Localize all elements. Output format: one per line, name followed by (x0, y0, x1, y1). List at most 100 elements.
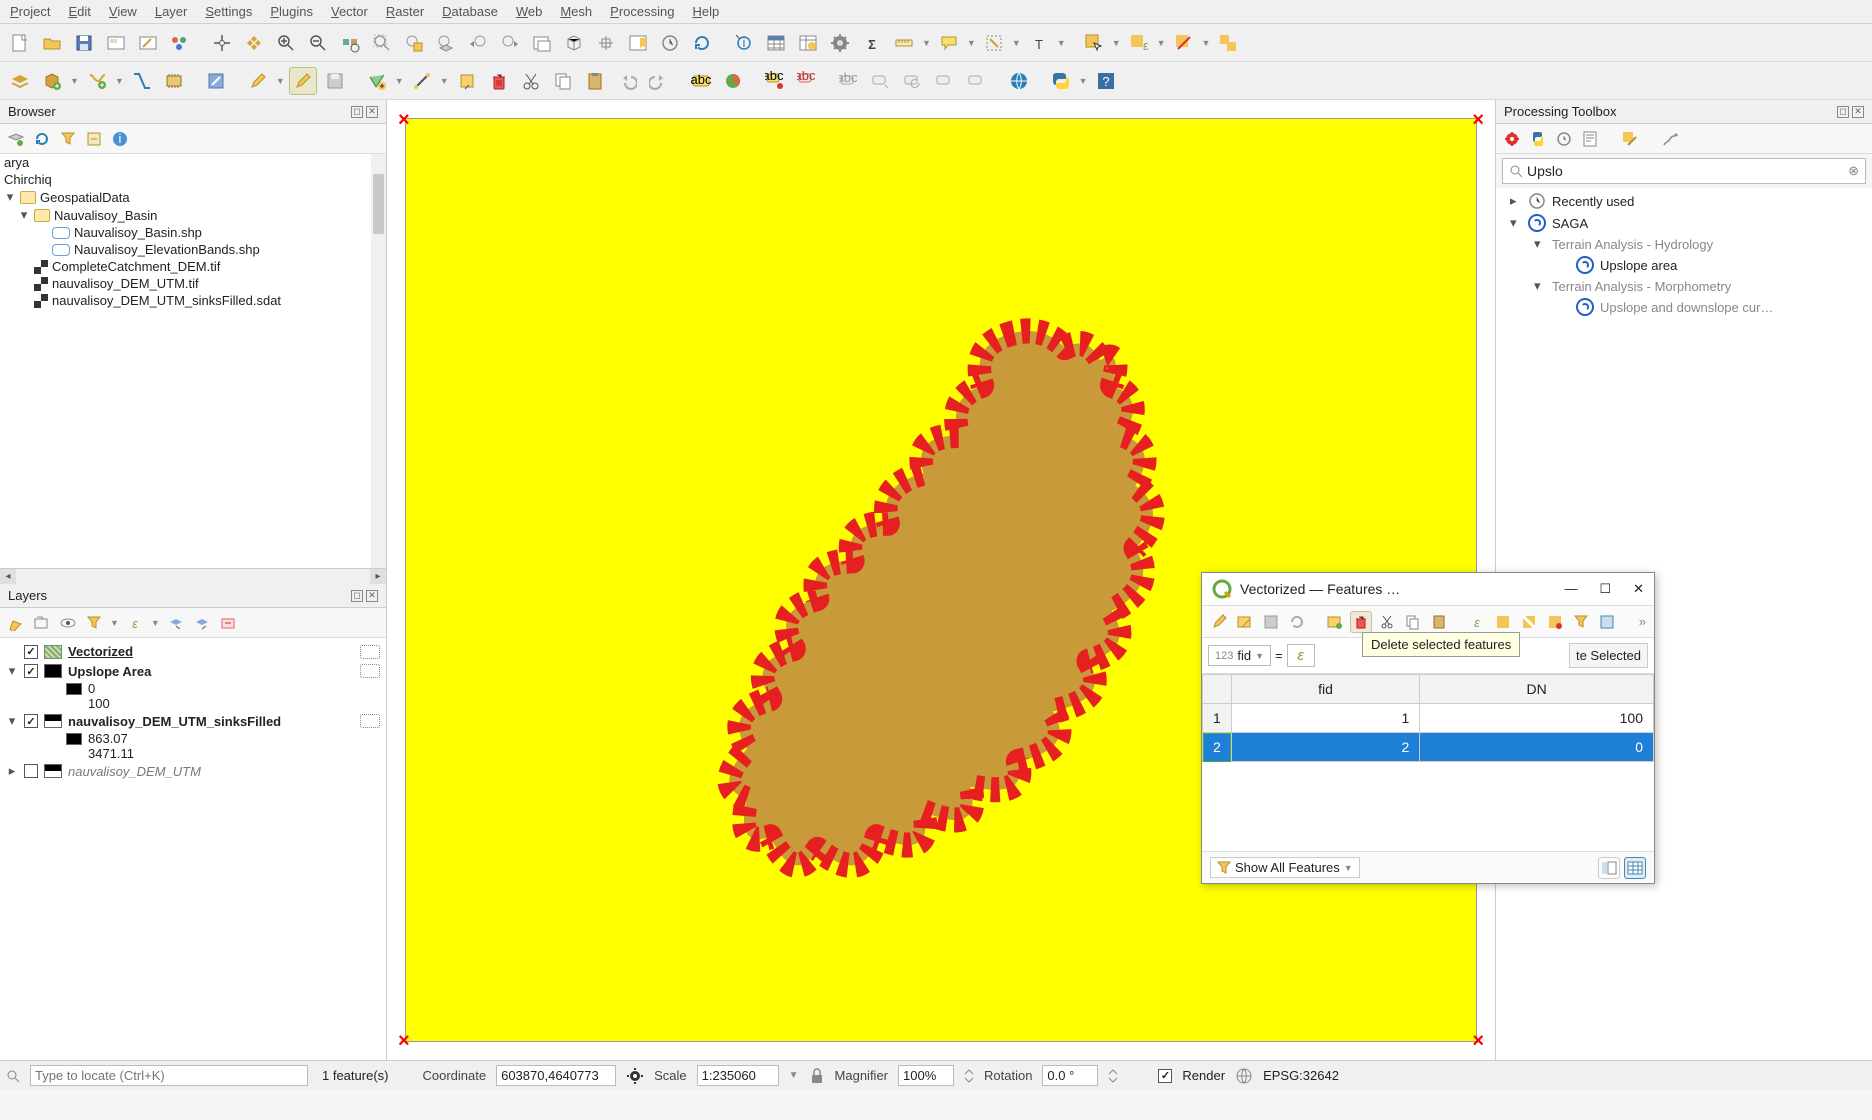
layers-undock-icon[interactable]: ◻ (351, 590, 363, 602)
label-rotate-icon[interactable] (899, 67, 927, 95)
browser-close-icon[interactable]: ✕ (366, 106, 378, 118)
browser-item[interactable]: ▾Nauvalisoy_Basin (0, 206, 386, 224)
toggle-extents-icon[interactable] (626, 1067, 644, 1085)
menu-edit[interactable]: Edit (68, 4, 90, 19)
paste-icon[interactable] (581, 67, 609, 95)
scale-input[interactable] (697, 1065, 779, 1086)
update-selected-button[interactable]: te Selected (1569, 643, 1648, 668)
processing-search-input[interactable] (1527, 163, 1844, 179)
results-icon[interactable] (1580, 129, 1600, 149)
remove-layer-icon[interactable] (218, 613, 238, 633)
help-icon[interactable]: ? (1092, 67, 1120, 95)
text-annotation-icon[interactable]: T (1025, 29, 1053, 57)
render-checkbox[interactable] (1158, 1069, 1172, 1083)
processing-undock-icon[interactable]: ◻ (1837, 106, 1849, 118)
current-edits-icon[interactable] (202, 67, 230, 95)
plugin-osm-icon[interactable] (1005, 67, 1033, 95)
magnifier-spinner-icon[interactable] (964, 1068, 974, 1084)
attr-col-fid[interactable]: fid (1231, 675, 1420, 704)
attr-reload-icon[interactable] (1286, 611, 1308, 633)
attr-expr-select-icon[interactable]: ε (1466, 611, 1488, 633)
delete-selected-icon[interactable] (485, 67, 513, 95)
browser-item[interactable]: arya (0, 154, 386, 171)
layer-row[interactable]: ▸nauvalisoy_DEM_UTM (2, 761, 384, 781)
processing-options-icon[interactable] (1660, 129, 1680, 149)
menu-database[interactable]: Database (442, 4, 498, 19)
processing-tree-item[interactable]: Upslope area (1500, 254, 1868, 276)
label-change-icon[interactable] (931, 67, 959, 95)
add-group-icon[interactable] (32, 613, 52, 633)
attr-deselect-icon[interactable] (1544, 611, 1566, 633)
form-view-icon[interactable] (1598, 857, 1620, 879)
expr-filter-icon[interactable]: ε (125, 613, 145, 633)
attr-save-icon[interactable] (1260, 611, 1282, 633)
browser-item[interactable]: ▾GeospatialData (0, 188, 386, 206)
attr-toolbar-overflow-icon[interactable]: » (1639, 614, 1648, 629)
zoom-in-icon[interactable] (272, 29, 300, 57)
new-shapefile-icon[interactable] (83, 67, 111, 95)
attr-expression-bar[interactable]: 123fid▼ = ε Delete selected features te … (1202, 638, 1654, 674)
menu-processing[interactable]: Processing (610, 4, 674, 19)
menu-help[interactable]: Help (692, 4, 719, 19)
attr-table[interactable]: fid DN 11100220 (1202, 674, 1654, 762)
label-move-icon[interactable] (867, 67, 895, 95)
label-show-icon[interactable]: abc (835, 67, 863, 95)
locator-input[interactable] (30, 1065, 308, 1086)
attr-selectall-icon[interactable] (1492, 611, 1514, 633)
zoom-out-icon[interactable] (304, 29, 332, 57)
attribute-table-icon[interactable] (762, 29, 790, 57)
new-memory-layer-icon[interactable] (160, 67, 188, 95)
deselect-icon[interactable] (1170, 29, 1198, 57)
history-icon[interactable] (1554, 129, 1574, 149)
toggle-editing-icon[interactable] (244, 67, 272, 95)
attr-addfeature-icon[interactable] (1324, 611, 1346, 633)
toggle-editing2-icon[interactable] (289, 67, 317, 95)
zoom-selection-icon[interactable] (400, 29, 428, 57)
table-row[interactable]: 220 (1203, 733, 1654, 762)
processing-tree-item[interactable]: ▾Terrain Analysis - Morphometry (1500, 276, 1868, 296)
save-icon[interactable] (70, 29, 98, 57)
menu-raster[interactable]: Raster (386, 4, 424, 19)
browser-item[interactable]: nauvalisoy_DEM_UTM.tif (0, 275, 386, 292)
measure-icon[interactable] (890, 29, 918, 57)
pan-to-selection-icon[interactable] (240, 29, 268, 57)
rotation-spinner-icon[interactable] (1108, 1068, 1118, 1084)
zoom-full-icon[interactable] (368, 29, 396, 57)
new-geopackage-icon[interactable] (38, 67, 66, 95)
add-layer-icon[interactable] (6, 129, 26, 149)
field-calc-icon[interactable] (794, 29, 822, 57)
python-console-icon[interactable] (1047, 67, 1075, 95)
menu-vector[interactable]: Vector (331, 4, 368, 19)
cut-icon[interactable] (517, 67, 545, 95)
undo-icon[interactable] (613, 67, 641, 95)
identify-icon[interactable]: i (730, 29, 758, 57)
model-designer-icon[interactable] (1502, 129, 1522, 149)
rotation-input[interactable] (1042, 1065, 1098, 1086)
processing-tree-item[interactable]: ▾SAGA (1500, 212, 1868, 234)
processing-tree-item[interactable]: Upslope and downslope cur… (1500, 296, 1868, 318)
new-3d-view-icon[interactable] (560, 29, 588, 57)
label-icon[interactable]: abc (687, 67, 715, 95)
attr-col-rownum[interactable] (1203, 675, 1232, 704)
maximize-icon[interactable]: ☐ (1599, 581, 1611, 597)
attr-paste-icon[interactable] (1428, 611, 1450, 633)
attr-col-dn[interactable]: DN (1420, 675, 1654, 704)
browser-props-icon[interactable]: i (110, 129, 130, 149)
browser-tree[interactable]: aryaChirchiq▾GeospatialData▾Nauvalisoy_B… (0, 154, 386, 568)
browser-refresh-icon[interactable] (32, 129, 52, 149)
new-project-icon[interactable] (6, 29, 34, 57)
copy-icon[interactable] (549, 67, 577, 95)
collapse-all-icon[interactable] (192, 613, 212, 633)
menu-plugins[interactable]: Plugins (270, 4, 313, 19)
refresh-icon[interactable] (688, 29, 716, 57)
processing-tree-item[interactable]: ▸Recently used (1500, 190, 1868, 212)
attr-copy-icon[interactable] (1402, 611, 1424, 633)
crs-text[interactable]: EPSG:32642 (1263, 1068, 1339, 1083)
edit-inplace-icon[interactable] (1620, 129, 1640, 149)
browser-item[interactable]: Nauvalisoy_Basin.shp (0, 224, 386, 241)
zoom-layer-icon[interactable] (432, 29, 460, 57)
data-source-manager-icon[interactable] (6, 67, 34, 95)
filter-legend-icon[interactable] (84, 613, 104, 633)
show-features-button[interactable]: Show All Features ▼ (1210, 857, 1360, 878)
zoom-next-icon[interactable] (496, 29, 524, 57)
